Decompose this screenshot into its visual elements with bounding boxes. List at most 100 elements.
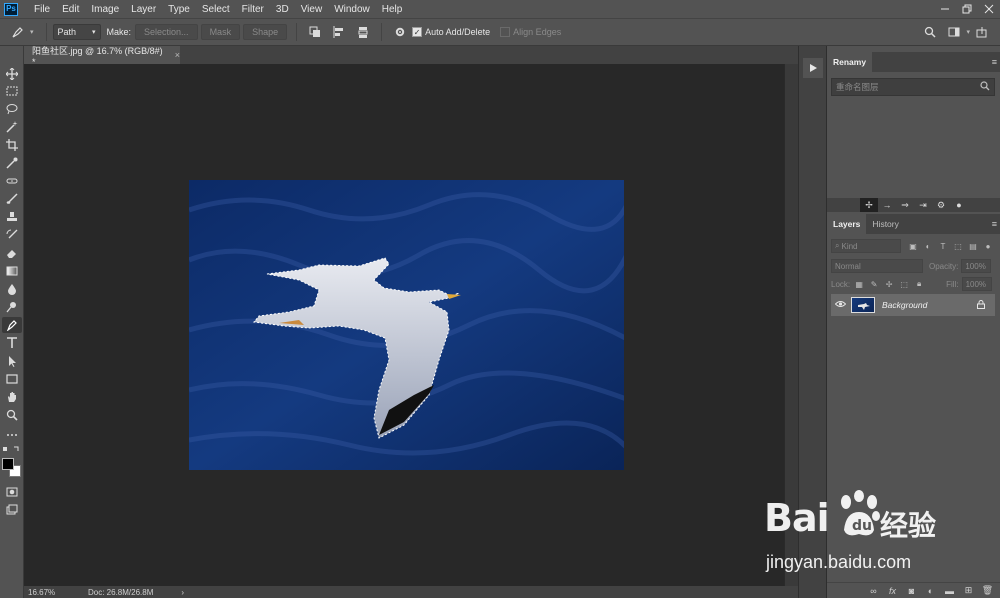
path-alignment-icon[interactable] — [331, 24, 347, 40]
new-layer-icon[interactable]: ⊞ — [959, 584, 978, 598]
make-shape-button[interactable]: Shape — [243, 24, 288, 40]
pen-tool-preset-icon[interactable] — [10, 24, 26, 40]
menu-layer[interactable]: Layer — [125, 4, 162, 15]
minimize-icon[interactable] — [934, 0, 956, 18]
gradient-tool-icon[interactable] — [2, 263, 22, 279]
zoom-level[interactable]: 16.67% — [28, 588, 82, 597]
pen-mode-select[interactable]: Path ▾ — [52, 24, 101, 40]
add-mask-icon[interactable]: ◙ — [902, 584, 921, 598]
quick-mask-icon[interactable] — [2, 484, 22, 500]
move-tool-icon[interactable] — [2, 66, 22, 82]
restore-icon[interactable] — [956, 0, 978, 18]
auto-add-delete-checkbox[interactable]: ✓ — [412, 27, 423, 37]
filter-smart-object-icon[interactable]: ▤ — [967, 240, 979, 252]
layer-row-background[interactable]: Background — [831, 294, 995, 316]
menu-edit[interactable]: Edit — [56, 4, 85, 15]
hand-tool-icon[interactable] — [2, 389, 22, 405]
tab-layers[interactable]: Layers — [827, 214, 867, 234]
marquee-tool-icon[interactable] — [2, 83, 22, 99]
tab-history[interactable]: History — [866, 214, 904, 234]
clone-stamp-tool-icon[interactable] — [2, 209, 22, 225]
filter-toggle-icon[interactable]: ● — [982, 240, 994, 252]
menu-filter[interactable]: Filter — [236, 4, 270, 15]
play-icon[interactable] — [803, 58, 823, 78]
document-tab[interactable]: 阳鱼社区.jpg @ 16.7% (RGB/8#) * × — [24, 46, 180, 67]
blur-tool-icon[interactable] — [2, 281, 22, 297]
rectangle-tool-icon[interactable] — [2, 371, 22, 387]
canvas-area[interactable] — [24, 64, 784, 586]
share-icon[interactable] — [974, 24, 990, 40]
pen-tool-icon[interactable] — [2, 317, 22, 333]
menu-file[interactable]: File — [28, 4, 56, 15]
path-operations-icon[interactable] — [307, 24, 323, 40]
type-tool-icon[interactable] — [2, 335, 22, 351]
tab-renamy[interactable]: Renamy — [827, 52, 873, 72]
search-icon[interactable] — [922, 24, 938, 40]
filter-type-icon[interactable]: T — [937, 240, 949, 252]
link-layers-icon[interactable]: ∞ — [864, 584, 883, 598]
renamy-search-input[interactable]: 重命名图层 — [831, 78, 995, 96]
gear-icon[interactable]: ⚙ — [932, 198, 950, 212]
lock-position-icon[interactable]: ✢ — [883, 278, 895, 290]
dodge-tool-icon[interactable] — [2, 299, 22, 315]
align-edges-checkbox[interactable] — [500, 27, 511, 37]
search-icon[interactable] — [980, 81, 990, 93]
renamy-layers-icon[interactable]: ✢ — [860, 198, 878, 212]
blend-mode-select[interactable]: Normal — [831, 259, 923, 273]
menu-select[interactable]: Select — [196, 4, 236, 15]
crop-tool-icon[interactable] — [2, 137, 22, 153]
menu-help[interactable]: Help — [376, 4, 409, 15]
status-menu-arrow[interactable]: › — [181, 588, 184, 597]
filter-shape-icon[interactable]: ⬚ — [952, 240, 964, 252]
lasso-tool-icon[interactable] — [2, 101, 22, 117]
menu-window[interactable]: Window — [328, 4, 376, 15]
photoshop-logo-icon[interactable]: Ps — [4, 2, 18, 16]
menu-3d[interactable]: 3D — [270, 4, 295, 15]
gear-icon[interactable] — [392, 24, 408, 40]
opacity-input[interactable]: 100% — [961, 259, 992, 273]
lock-image-icon[interactable]: ✎ — [868, 278, 880, 290]
layer-name[interactable]: Background — [882, 300, 927, 310]
panel-menu-icon[interactable]: ≡ — [992, 57, 997, 67]
trash-icon[interactable]: 🗑︎ — [978, 584, 997, 598]
make-mask-button[interactable]: Mask — [200, 24, 241, 40]
layer-style-icon[interactable]: fx — [883, 584, 902, 598]
menu-view[interactable]: View — [295, 4, 329, 15]
arrow-end-icon[interactable]: ⇥ — [914, 198, 932, 212]
close-icon[interactable] — [978, 0, 1000, 18]
close-tab-icon[interactable]: × — [175, 50, 180, 60]
lock-transparent-icon[interactable]: ▦ — [853, 278, 865, 290]
chevron-down-icon[interactable]: ▾ — [966, 28, 970, 40]
eye-icon[interactable] — [834, 300, 847, 311]
more-tools-icon[interactable] — [2, 427, 22, 443]
lock-icon[interactable] — [977, 299, 985, 311]
filter-adjustment-icon[interactable]: ◐ — [922, 240, 934, 252]
path-selection-tool-icon[interactable] — [2, 353, 22, 369]
eyedropper-tool-icon[interactable] — [2, 155, 22, 171]
seagull-photo[interactable] — [189, 180, 624, 470]
adjustment-layer-icon[interactable]: ◐ — [921, 584, 940, 598]
arrow-next-icon[interactable]: ⇒ — [896, 198, 914, 212]
kind-filter-select[interactable]: ⌕ Kind — [831, 239, 901, 253]
healing-brush-tool-icon[interactable] — [2, 173, 22, 189]
path-arrangement-icon[interactable] — [355, 24, 371, 40]
lock-artboard-icon[interactable]: ⬚ — [898, 278, 910, 290]
fill-input[interactable]: 100% — [961, 277, 992, 291]
menu-type[interactable]: Type — [162, 4, 196, 15]
workspace-icon[interactable] — [946, 24, 962, 40]
menu-image[interactable]: Image — [85, 4, 125, 15]
new-group-icon[interactable]: ▬ — [940, 584, 959, 598]
make-selection-button[interactable]: Selection... — [135, 24, 198, 40]
info-icon[interactable]: ● — [950, 198, 968, 212]
magic-wand-tool-icon[interactable] — [2, 119, 22, 135]
zoom-tool-icon[interactable] — [2, 407, 22, 423]
chevron-down-icon[interactable]: ▾ — [30, 28, 34, 36]
brush-tool-icon[interactable] — [2, 191, 22, 207]
filter-pixel-icon[interactable]: ▣ — [907, 240, 919, 252]
arrow-right-icon[interactable]: → — [878, 198, 896, 212]
history-brush-tool-icon[interactable] — [2, 227, 22, 243]
swap-colors-icon[interactable] — [2, 446, 22, 454]
panel-menu-icon[interactable]: ≡ — [992, 219, 997, 229]
lock-all-icon[interactable]: 🔒︎ — [913, 278, 925, 290]
eraser-tool-icon[interactable] — [2, 245, 22, 261]
